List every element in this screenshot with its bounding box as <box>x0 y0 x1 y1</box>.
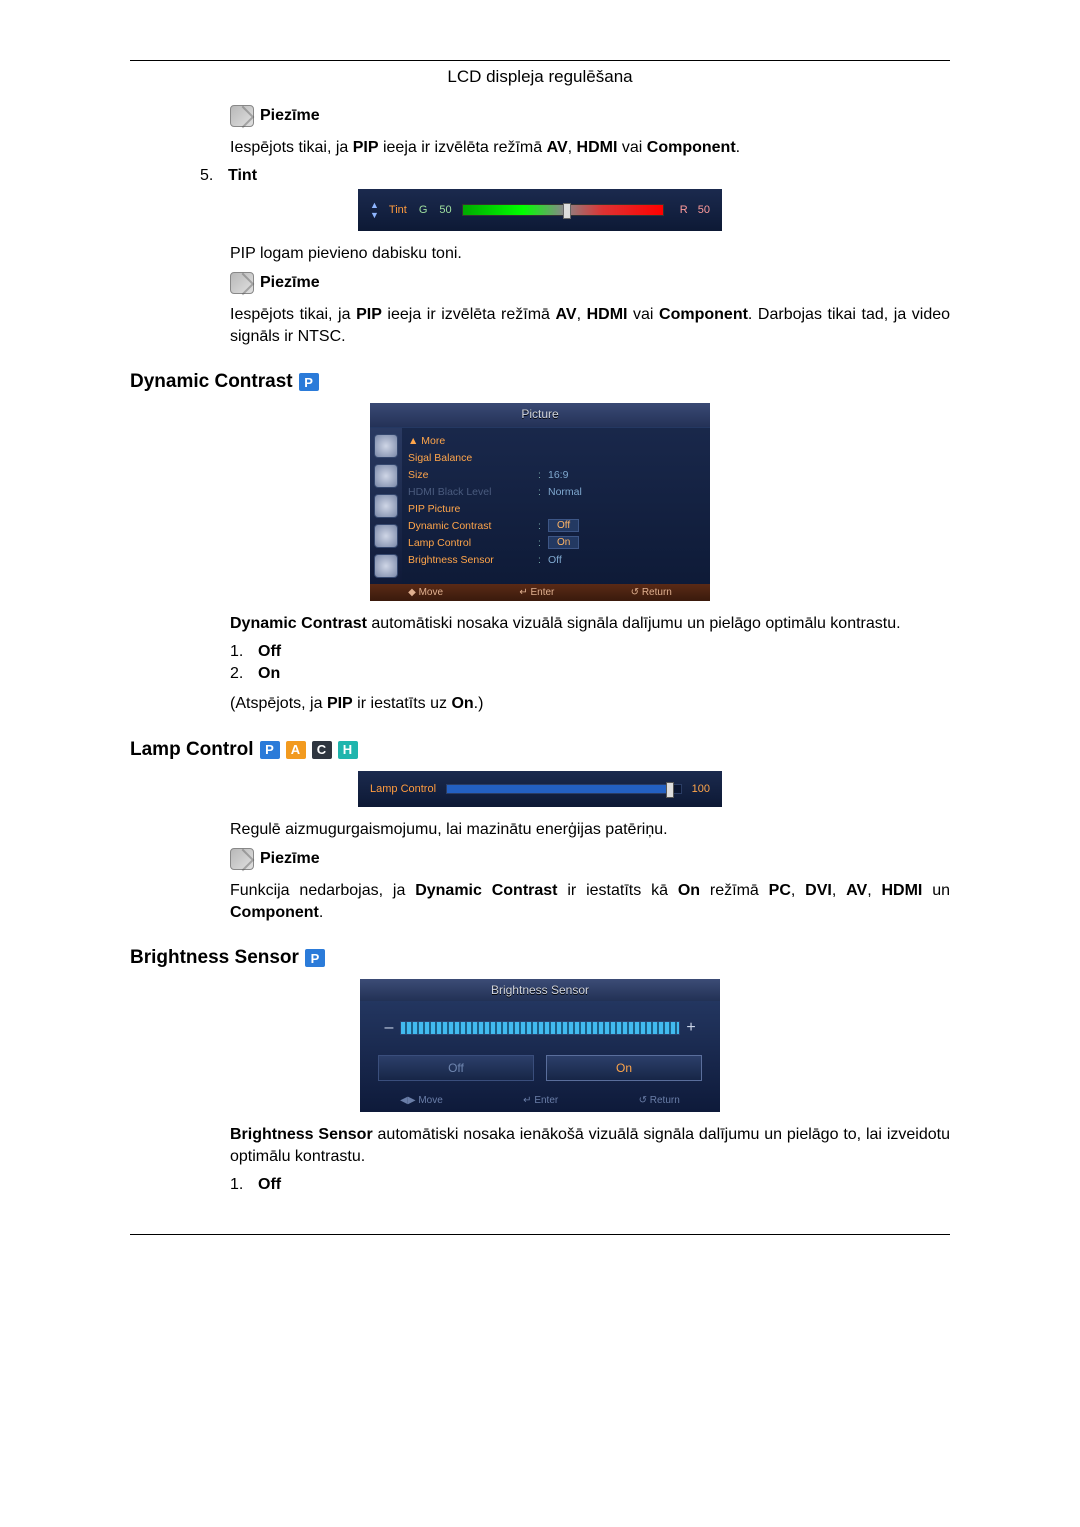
osd-row-pip[interactable]: PIP Picture <box>408 503 538 515</box>
brightness-sensor-osd: Brightness Sensor – + Off On ◀▶ Move ↵ E… <box>360 979 720 1112</box>
pencil-icon <box>230 848 254 870</box>
osd-hint-return: ↺ Return <box>631 587 672 598</box>
osd-value-bs: Off <box>548 554 704 566</box>
osd-hint-return: ↺ Return <box>639 1095 680 1106</box>
lamp-slider-handle[interactable] <box>666 782 674 798</box>
badge-p-icon: P <box>299 373 319 391</box>
badge-h-icon: H <box>338 741 358 759</box>
bs-plus-button[interactable]: + <box>680 1019 702 1037</box>
bs-on-button[interactable]: On <box>546 1055 702 1081</box>
osd-hint-move: ◆ Move <box>408 587 443 598</box>
note-text-2: Iespējots tikai, ja PIP ieeja ir izvēlēt… <box>230 304 950 347</box>
osd-row-brightness-sensor[interactable]: Brightness Sensor <box>408 554 538 566</box>
list-number: 1. <box>230 643 246 661</box>
tint-g-value: 50 <box>439 204 451 216</box>
osd-hint-move: ◀▶ Move <box>400 1095 443 1106</box>
dynamic-contrast-heading: Dynamic Contrast P <box>130 371 950 393</box>
note-label: Piezīme <box>260 274 320 292</box>
osd-row-dynamic-contrast[interactable]: Dynamic Contrast <box>408 520 538 532</box>
lamp-text: Regulē aizmugurgaismojumu, lai mazinātu … <box>230 819 950 841</box>
brightness-sensor-heading: Brightness Sensor P <box>130 947 950 969</box>
page-header: LCD displeja regulēšana <box>130 67 950 87</box>
tint-slider[interactable] <box>462 204 664 216</box>
osd-value-lamp[interactable]: On <box>548 536 579 549</box>
dc-disabled-text: (Atspējots, ja PIP ir iestatīts uz On.) <box>230 693 950 715</box>
bs-osd-title: Brightness Sensor <box>360 979 720 1001</box>
tint-description: PIP logam pievieno dabisku toni. <box>230 243 950 265</box>
lamp-osd-label: Lamp Control <box>370 783 436 795</box>
dynamic-contrast-text: Dynamic Contrast automātiski nosaka vizu… <box>230 613 950 635</box>
osd-row-size[interactable]: Size <box>408 469 538 481</box>
osd-row-more[interactable]: ▲ More <box>408 435 538 447</box>
osd-row-hdmi: HDMI Black Level <box>408 486 538 498</box>
osd-row-sigal-balance[interactable]: Sigal Balance <box>408 452 538 464</box>
tint-r-value: 50 <box>698 204 710 216</box>
list-off: Off <box>258 1176 281 1194</box>
note-text-1: Iespējots tikai, ja PIP ieeja ir izvēlēt… <box>230 137 950 159</box>
tint-osd: ▲▼ Tint G 50 R 50 <box>358 189 722 231</box>
list-on: On <box>258 665 280 683</box>
lamp-osd-value: 100 <box>692 783 710 795</box>
badge-c-icon: C <box>312 741 332 759</box>
osd-title: Picture <box>370 403 710 428</box>
list-number: 1. <box>230 1176 246 1194</box>
osd-icon[interactable] <box>374 524 398 548</box>
list-number-5: 5. <box>200 167 216 185</box>
osd-value-dc[interactable]: Off <box>548 519 579 532</box>
badge-p-icon: P <box>260 741 280 759</box>
osd-icon[interactable] <box>374 494 398 518</box>
osd-icon[interactable] <box>374 554 398 578</box>
list-number: 2. <box>230 665 246 683</box>
tint-g-label: G <box>419 204 428 216</box>
list-label-tint: Tint <box>228 167 257 185</box>
lamp-note-text: Funkcija nedarbojas, ja Dynamic Contrast… <box>230 880 950 923</box>
osd-row-lamp[interactable]: Lamp Control <box>408 537 538 549</box>
badge-p-icon: P <box>305 949 325 967</box>
osd-value-size: 16:9 <box>548 469 704 481</box>
osd-hint-enter: ↵ Enter <box>519 587 554 598</box>
badge-a-icon: A <box>286 741 306 759</box>
bs-off-button[interactable]: Off <box>378 1055 534 1081</box>
tint-slider-handle[interactable] <box>563 203 571 219</box>
pencil-icon <box>230 272 254 294</box>
bs-slider[interactable] <box>400 1021 680 1035</box>
osd-icon[interactable] <box>374 434 398 458</box>
osd-icon[interactable] <box>374 464 398 488</box>
list-off: Off <box>258 643 281 661</box>
lamp-slider[interactable] <box>446 784 682 794</box>
osd-value-hdmi: Normal <box>548 486 704 498</box>
osd-hint-enter: ↵ Enter <box>523 1095 558 1106</box>
osd-sidebar-icons <box>370 428 402 584</box>
bs-minus-button[interactable]: – <box>378 1019 400 1037</box>
brightness-sensor-text: Brightness Sensor automātiski nosaka ien… <box>230 1124 950 1167</box>
lamp-control-heading: Lamp Control P A C H <box>130 739 950 761</box>
tint-osd-label: Tint <box>389 204 407 216</box>
dynamic-contrast-osd: Picture ▲ More Sigal Balance Size:16:9 H… <box>370 403 710 601</box>
lamp-control-osd: Lamp Control 100 <box>358 771 722 807</box>
note-label: Piezīme <box>260 850 320 868</box>
arrow-up-down-icon: ▲▼ <box>370 200 379 220</box>
tint-r-label: R <box>680 204 688 216</box>
pencil-icon <box>230 105 254 127</box>
note-label: Piezīme <box>260 107 320 125</box>
